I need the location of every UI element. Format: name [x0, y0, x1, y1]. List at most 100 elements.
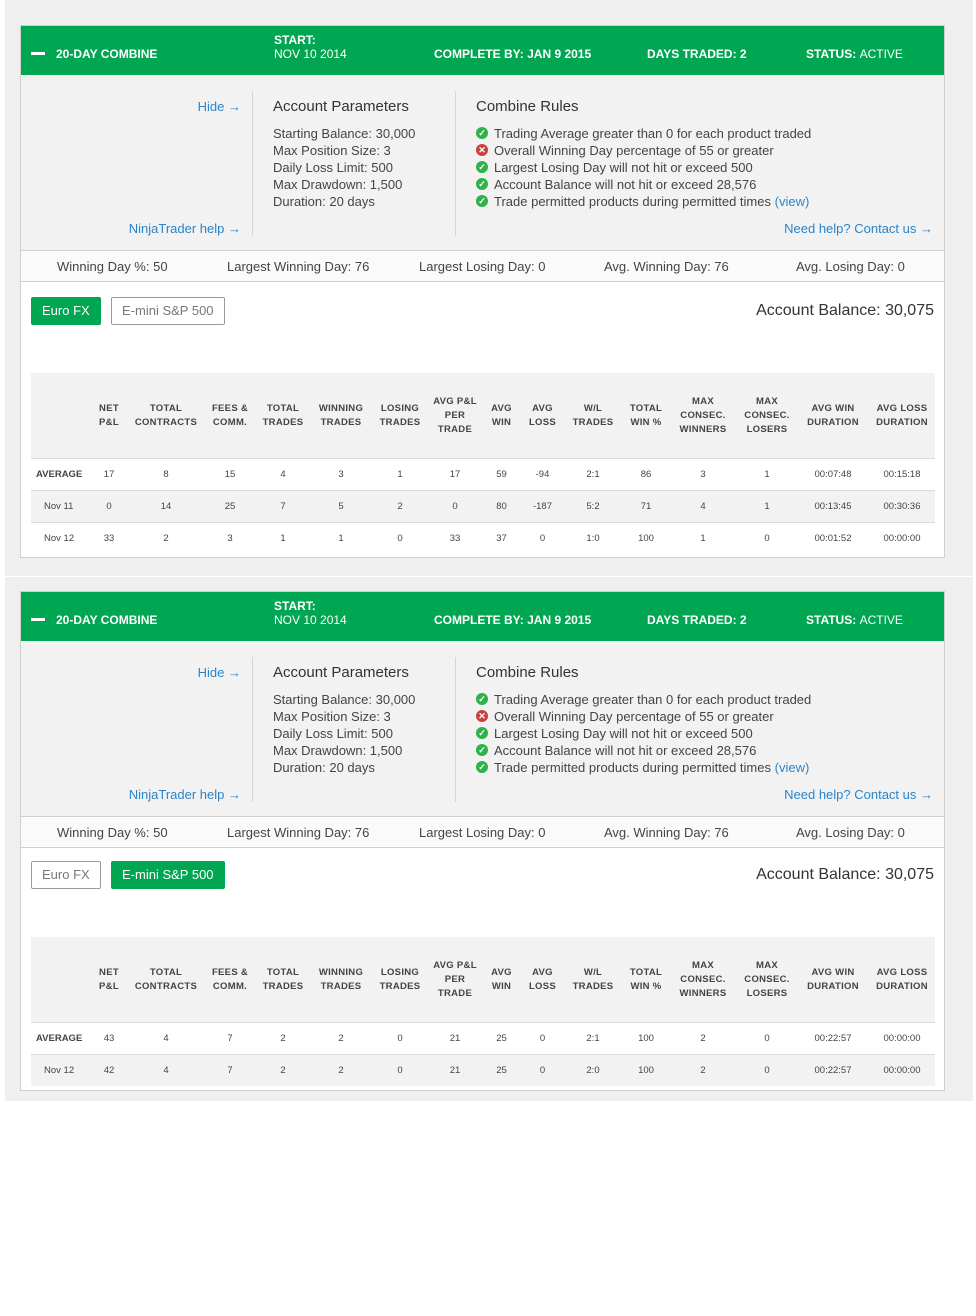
- table-cell: 33: [91, 522, 127, 554]
- combine-rules-title: Combine Rules: [476, 664, 579, 681]
- table-cell: 71: [623, 490, 669, 523]
- x-circle-icon: ✕: [476, 144, 488, 156]
- table-cell: 0: [737, 1022, 797, 1055]
- table-cell: 100: [623, 1054, 669, 1086]
- divider: [252, 657, 253, 802]
- divider: [252, 91, 253, 236]
- column-header: AVG WIN: [481, 373, 522, 459]
- trades-table: NET P&L TOTAL CONTRACTS FEES & COMM. TOT…: [31, 373, 935, 554]
- table-cell: 0: [371, 1054, 429, 1086]
- rule-text: Largest Losing Day will not hit or excee…: [494, 160, 753, 175]
- rule-item: ✓ Account Balance will not hit or exceed …: [476, 742, 811, 759]
- ninjatrader-help-link[interactable]: NinjaTrader help →: [129, 787, 241, 802]
- table-cell: 0: [429, 490, 481, 523]
- view-link[interactable]: view: [779, 760, 805, 775]
- table-cell: 15: [205, 458, 255, 491]
- table-cell: 0: [737, 1054, 797, 1086]
- column-header: [31, 373, 91, 459]
- table-cell: 3: [311, 458, 371, 491]
- column-header: NET P&L: [91, 373, 127, 459]
- table-cell: 00:00:00: [869, 1022, 935, 1055]
- combine-card: 20-DAY COMBINE START: NOV 10 2014 COMPLE…: [20, 591, 945, 1091]
- check-icon: ✓: [476, 127, 488, 139]
- start-value: NOV 10 2014: [274, 47, 347, 61]
- winning-day-pct: Winning Day %: 50: [57, 259, 168, 274]
- table-cell: 59: [481, 458, 522, 491]
- account-parameters-title: Account Parameters: [273, 98, 409, 115]
- column-header: TOTAL CONTRACTS: [127, 937, 205, 1023]
- table-row-average: AVERAGE 43 4 7 2 2 0 21 25 0 2:1 100 2 0…: [31, 1022, 935, 1055]
- table-row-average: AVERAGE 17 8 15 4 3 1 17 59 -94 2:1 86 3…: [31, 458, 935, 491]
- summary-stats: Winning Day %: 50 Largest Winning Day: 7…: [21, 816, 944, 848]
- tab-emini-sp500[interactable]: E-mini S&P 500: [111, 861, 225, 889]
- trades-table: NET P&L TOTAL CONTRACTS FEES & COMM. TOT…: [31, 937, 935, 1086]
- table-cell: 1: [255, 522, 311, 554]
- column-header: AVG LOSS DURATION: [869, 937, 935, 1023]
- param-item: Max Drawdown: 1,500: [273, 177, 403, 192]
- param-item: Max Position Size: 3: [273, 709, 391, 724]
- tab-euro-fx[interactable]: Euro FX: [31, 297, 101, 325]
- combine-title: 20-DAY COMBINE: [56, 47, 158, 61]
- param-item: Duration: 20 days: [273, 760, 375, 775]
- param-item: Max Position Size: 3: [273, 143, 391, 158]
- column-header: AVG WIN DURATION: [797, 937, 869, 1023]
- column-header: MAX CONSEC. LOSERS: [737, 373, 797, 459]
- account-parameters-title: Account Parameters: [273, 664, 409, 681]
- table-cell: 0: [371, 1022, 429, 1055]
- account-balance: Account Balance: 30,075: [756, 302, 934, 319]
- view-link[interactable]: view: [779, 194, 805, 209]
- column-header: AVG P&L PER TRADE: [429, 937, 481, 1023]
- table-cell: 2: [311, 1022, 371, 1055]
- table-cell: 00:15:18: [869, 458, 935, 491]
- table-cell: 25: [481, 1022, 522, 1055]
- view-link-wrapper: (view): [774, 194, 810, 209]
- column-header: LOSING TRADES: [371, 373, 429, 459]
- column-header: FEES & COMM.: [205, 373, 255, 459]
- contact-us-link[interactable]: Need help? Contact us →: [784, 787, 933, 802]
- column-header: MAX CONSEC. WINNERS: [669, 373, 737, 459]
- view-link-wrapper: (view): [774, 760, 810, 775]
- check-icon: ✓: [476, 727, 488, 739]
- combine-rules-title: Combine Rules: [476, 98, 579, 115]
- check-icon: ✓: [476, 761, 488, 773]
- contact-us-link[interactable]: Need help? Contact us →: [784, 221, 933, 236]
- ninjatrader-help-link[interactable]: NinjaTrader help →: [129, 221, 241, 236]
- rule-item: ✓ Largest Losing Day will not hit or exce…: [476, 725, 811, 742]
- rules-area: Hide → NinjaTrader help → Account Parame…: [21, 75, 944, 250]
- days-traded: DAYS TRADED: 2: [647, 47, 747, 61]
- check-icon: ✓: [476, 744, 488, 756]
- divider: [455, 657, 456, 802]
- largest-losing-day: Largest Losing Day: 0: [419, 825, 546, 840]
- table-cell: 7: [205, 1054, 255, 1086]
- rule-item: ✓ Trading Average greater than 0 for each…: [476, 691, 811, 708]
- table-cell: 4: [127, 1022, 205, 1055]
- column-header: NET P&L: [91, 937, 127, 1023]
- column-header: FEES & COMM.: [205, 937, 255, 1023]
- column-header: MAX CONSEC. WINNERS: [669, 937, 737, 1023]
- table-cell: 2: [669, 1054, 737, 1086]
- status-label: STATUS:: [806, 47, 857, 61]
- rule-text: Account Balance will not hit or exceed 2…: [494, 743, 757, 758]
- table-cell: 0: [522, 522, 563, 554]
- hide-link[interactable]: Hide →: [198, 665, 241, 680]
- largest-winning-day: Largest Winning Day: 76: [227, 259, 370, 274]
- hide-link[interactable]: Hide →: [198, 99, 241, 114]
- table-cell: 8: [127, 458, 205, 491]
- table-cell: 14: [127, 490, 205, 523]
- table-cell: 2: [255, 1054, 311, 1086]
- table-cell: Nov 11: [31, 490, 91, 523]
- tab-emini-sp500[interactable]: E-mini S&P 500: [111, 297, 225, 325]
- collapse-icon[interactable]: [31, 52, 45, 55]
- table-cell: AVERAGE: [31, 458, 91, 491]
- column-header: AVG P&L PER TRADE: [429, 373, 481, 459]
- collapse-icon[interactable]: [31, 618, 45, 621]
- rule-item: ✓ Account Balance will not hit or exceed …: [476, 176, 811, 193]
- tab-euro-fx[interactable]: Euro FX: [31, 861, 101, 889]
- rule-item: ✓ Trading Average greater than 0 for each…: [476, 125, 811, 142]
- status-value: ACTIVE: [859, 613, 903, 627]
- table-cell: 1: [371, 458, 429, 491]
- avg-losing-day: Avg. Losing Day: 0: [796, 259, 905, 274]
- column-header: TOTAL WIN %: [623, 373, 669, 459]
- table-cell: 21: [429, 1022, 481, 1055]
- table-cell: 1: [737, 458, 797, 491]
